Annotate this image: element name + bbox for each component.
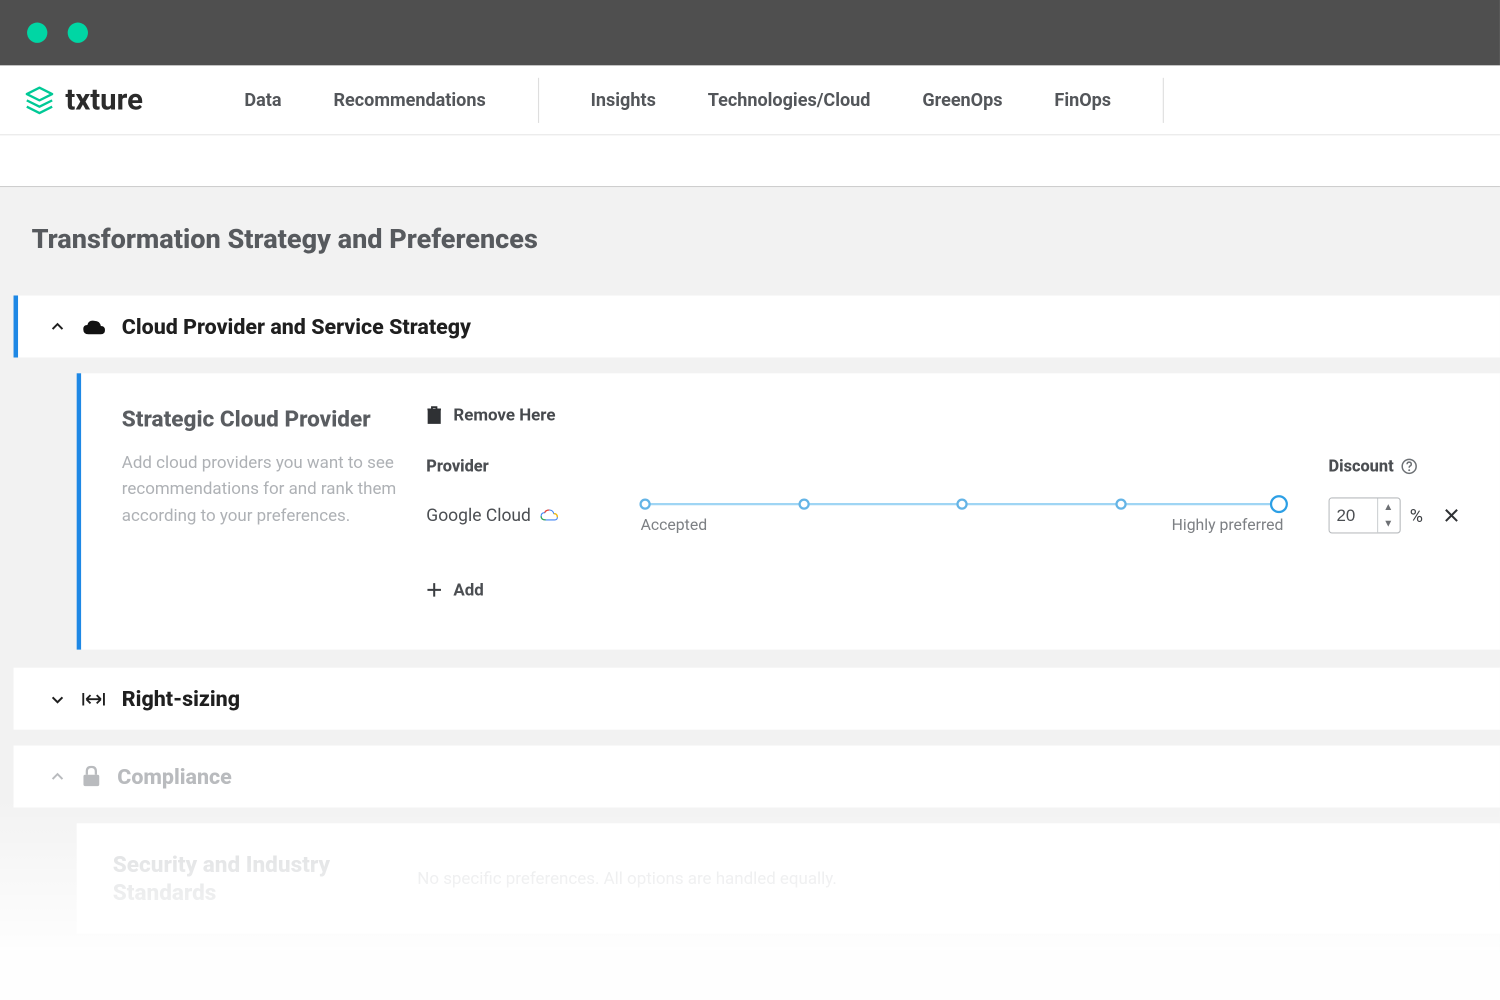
stepper-up-icon[interactable]: ▲ (1378, 498, 1398, 515)
close-icon[interactable] (1443, 508, 1459, 524)
window-titlebar (0, 0, 1500, 65)
window-dot (68, 23, 88, 43)
provider-name: Google Cloud (426, 505, 531, 525)
add-provider-button[interactable]: Add (426, 580, 1464, 600)
card-title: Strategic Cloud Provider (122, 405, 404, 432)
add-label: Add (453, 580, 483, 600)
brand-logo[interactable]: txture (23, 83, 143, 117)
section-title: Compliance (117, 764, 232, 790)
lock-icon (81, 765, 101, 788)
help-icon[interactable] (1400, 458, 1417, 475)
remove-label: Remove Here (453, 405, 555, 425)
chevron-up-icon (50, 769, 66, 785)
column-provider: Provider (426, 457, 640, 476)
section-title: Cloud Provider and Service Strategy (122, 314, 471, 340)
nav-finops[interactable]: FinOps (1054, 89, 1111, 110)
section-cloud-provider[interactable]: Cloud Provider and Service Strategy (14, 295, 1500, 357)
slider-right-label: Highly preferred (1172, 517, 1284, 535)
sub-nav-strip (0, 135, 1500, 187)
plus-icon (426, 582, 442, 598)
card-description: Add cloud providers you want to see reco… (122, 450, 404, 529)
page-title: Transformation Strategy and Preferences (32, 223, 1500, 255)
preference-slider[interactable]: Accepted Highly preferred (641, 496, 1329, 534)
discount-input[interactable]: ▲ ▼ (1329, 497, 1401, 533)
window-dot (27, 23, 47, 43)
compliance-card: Security and Industry Standards No speci… (77, 823, 1500, 934)
card-description: No specific preferences. All options are… (417, 868, 837, 888)
section-compliance[interactable]: Compliance (14, 745, 1500, 807)
brand-name: txture (65, 83, 143, 117)
nav-separator (538, 77, 539, 122)
section-right-sizing[interactable]: Right-sizing (14, 668, 1500, 730)
discount-field[interactable] (1330, 498, 1377, 532)
nav-separator (1163, 77, 1164, 122)
nav-technologies-cloud[interactable]: Technologies/Cloud (708, 89, 871, 110)
section-title: Right-sizing (122, 686, 240, 712)
chevron-up-icon (50, 319, 66, 335)
nav-recommendations[interactable]: Recommendations (333, 89, 485, 110)
provider-row: Google Cloud (426, 496, 1464, 534)
trash-icon (426, 406, 442, 424)
page-body: Transformation Strategy and Preferences … (0, 187, 1500, 1000)
nav-insights[interactable]: Insights (591, 89, 656, 110)
slider-left-label: Accepted (641, 517, 708, 535)
google-cloud-icon (540, 509, 558, 523)
strategic-provider-panel: Strategic Cloud Provider Add cloud provi… (77, 373, 1500, 649)
stepper-down-icon[interactable]: ▼ (1378, 515, 1398, 532)
column-discount: Discount (1329, 457, 1394, 476)
remove-here-button[interactable]: Remove Here (426, 405, 1464, 425)
nav-greenops[interactable]: GreenOps (922, 89, 1002, 110)
cloud-icon (81, 317, 106, 335)
card-title: Security and Industry Standards (113, 850, 395, 906)
slider-handle[interactable] (1270, 495, 1288, 513)
resize-icon (81, 690, 106, 708)
top-nav: txture Data Recommendations Insights Tec… (0, 65, 1500, 135)
nav-data[interactable]: Data (244, 89, 281, 110)
brand-logo-icon (23, 83, 57, 117)
chevron-down-icon (50, 691, 66, 707)
discount-unit: % (1410, 505, 1423, 526)
